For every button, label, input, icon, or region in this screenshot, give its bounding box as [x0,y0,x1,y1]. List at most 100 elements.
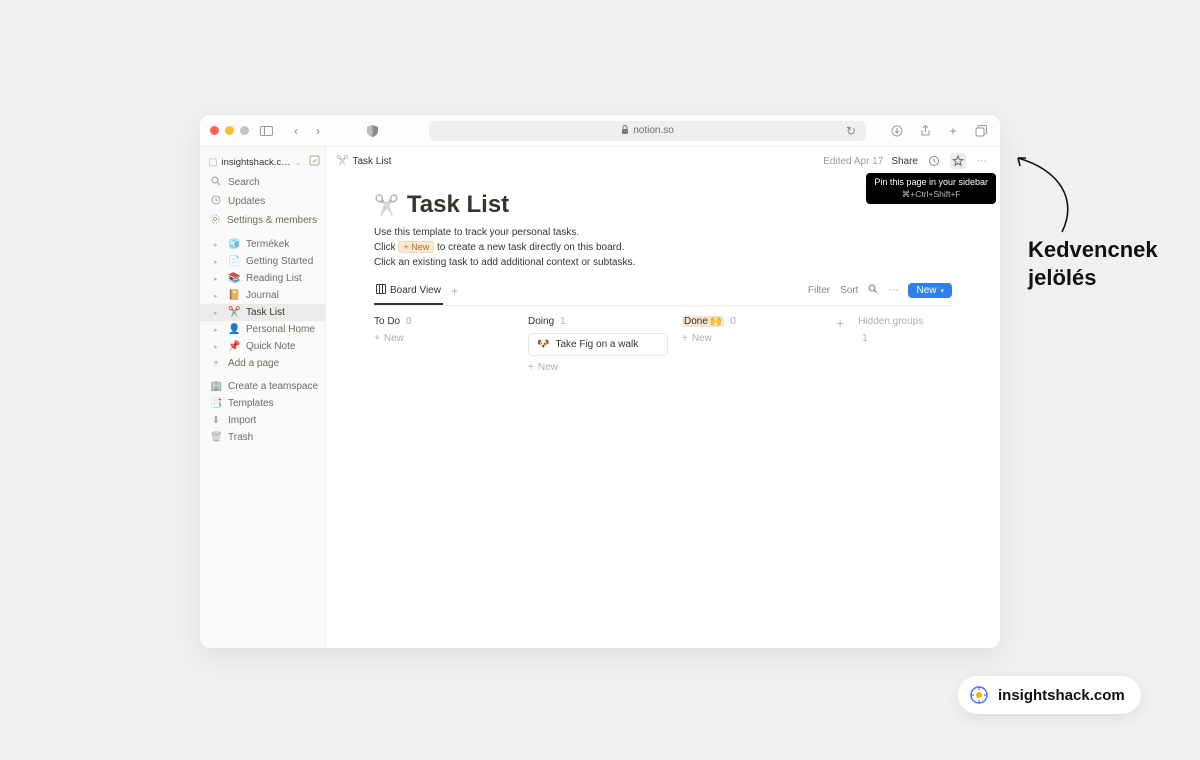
add-card-button[interactable]: + New [528,362,668,373]
column-emoji: 🙌 [710,316,722,327]
view-more-icon[interactable]: ⋯ [888,285,898,296]
chevron-right-icon[interactable]: ▸ [214,275,222,283]
sidebar-updates-label: Updates [228,196,265,207]
board: To Do 0 + New Doing 1 [374,316,952,373]
more-icon[interactable]: ⋯ [974,153,990,169]
new-tab-icon[interactable]: + [944,122,962,140]
close-window-button[interactable] [210,126,219,135]
plus-icon: + [374,333,380,344]
topbar-right: Edited Apr 17 Share ⋯ [823,153,990,169]
sidebar-page-termekek[interactable]: ▸ 🧊 Termékek [200,236,325,253]
lock-icon [621,125,629,137]
browser-chrome: ‹ › notion.so ↻ + [200,115,1000,147]
chevron-right-icon[interactable]: ▸ [214,292,222,300]
breadcrumb[interactable]: ✂️ Task List [336,156,391,167]
sidebar-trash[interactable]: 🗑 Trash [200,429,325,446]
hidden-groups-label[interactable]: Hidden groups [858,316,938,327]
sidebar-page-reading-list[interactable]: ▸ 📚 Reading List [200,270,325,287]
new-tag: + New [398,241,434,253]
page-title-icon[interactable]: ✂️ [374,193,399,218]
chevron-right-icon[interactable]: ▸ [214,258,222,266]
sidebar-import[interactable]: ⬇ Import [200,412,325,429]
sidebar-templates[interactable]: 📑 Templates [200,395,325,412]
refresh-icon[interactable]: ↻ [842,122,860,140]
add-card-button[interactable]: + New [374,333,514,344]
chevron-right-icon[interactable]: ▸ [214,343,222,351]
tooltip-title: Pin this page in your sidebar [874,177,988,189]
comments-icon[interactable] [926,153,942,169]
edited-label: Edited Apr 17 [823,156,883,167]
new-page-icon[interactable] [309,155,320,169]
favorite-star-button[interactable] [950,153,966,169]
column-header[interactable]: Doing 1 [528,316,668,327]
sidebar-page-label: Termékek [246,239,289,250]
annotation-label: Kedvencnek jelölés [1028,236,1158,291]
sidebar-page-task-list[interactable]: ▸ ✂️ Task List [200,304,325,321]
page-icon: 📔 [228,290,240,301]
desc-line-3: Click an existing task to add additional… [374,255,952,270]
back-button[interactable]: ‹ [287,122,305,140]
page-icon: 👤 [228,324,240,335]
downloads-icon[interactable] [888,122,906,140]
sidebar-search[interactable]: Search [200,173,325,192]
new-label: New [384,333,404,344]
forward-button[interactable]: › [309,122,327,140]
maximize-window-button[interactable] [240,126,249,135]
minimize-window-button[interactable] [225,126,234,135]
view-tabs: Board View + Filter Sort ⋯ New ▾ [374,280,952,306]
column-count: 1 [560,316,566,327]
page-title[interactable]: Task List [407,191,509,219]
sidebar: ▢ insightshack.c… ⌄ Search Updates [200,147,326,648]
sidebar-page-getting-started[interactable]: ▸ 📄 Getting Started [200,253,325,270]
annotation-line-1: Kedvencnek [1028,236,1158,264]
sidebar-updates[interactable]: Updates [200,192,325,211]
sidebar-add-page[interactable]: + Add a page [200,355,325,372]
column-header[interactable]: To Do 0 [374,316,514,327]
add-column-button[interactable]: + [836,315,844,331]
board-column-done: Done 🙌 0 + New [682,316,822,344]
notion-app: ▢ insightshack.c… ⌄ Search Updates [200,147,1000,648]
sidebar-page-journal[interactable]: ▸ 📔 Journal [200,287,325,304]
clock-icon [210,195,222,208]
plus-icon: + [682,333,688,344]
import-icon: ⬇ [210,415,222,426]
sidebar-search-label: Search [228,177,260,188]
badge-logo-icon [968,684,990,706]
chevron-right-icon[interactable]: ▸ [214,326,222,334]
workspace-switcher[interactable]: ▢ insightshack.c… ⌄ [200,151,325,173]
share-icon[interactable] [916,122,934,140]
chrome-right: + [880,122,990,140]
sidebar-toggle-icon[interactable] [257,122,275,140]
workspace-icon: ▢ [208,157,217,168]
column-header[interactable]: Done 🙌 0 [682,316,822,327]
page-icon: 🧊 [228,239,240,250]
hidden-groups-section: Hidden groups 1 [858,316,938,344]
tabs-icon[interactable] [972,122,990,140]
add-card-button[interactable]: + New [682,333,822,344]
nav-arrows: ‹ › [287,122,327,140]
share-button[interactable]: Share [891,156,918,167]
chevron-right-icon[interactable]: ▸ [214,241,222,249]
badge-text: insightshack.com [998,687,1125,704]
sidebar-item-label: Templates [228,398,274,409]
sidebar-page-quick-note[interactable]: ▸ 📌 Quick Note [200,338,325,355]
sidebar-page-label: Getting Started [246,256,313,267]
desc-line-2: Click + New to create a new task directl… [374,240,952,255]
new-record-button[interactable]: New ▾ [908,283,952,298]
shield-icon[interactable] [363,122,381,140]
search-db-icon[interactable] [868,284,878,297]
chevron-right-icon[interactable]: ▸ [214,309,222,317]
sort-button[interactable]: Sort [840,285,858,296]
sidebar-settings[interactable]: Settings & members [200,211,325,230]
address-bar[interactable]: notion.so ↻ [429,121,866,141]
board-card[interactable]: 🐶 Take Fig on a walk [528,333,668,356]
sidebar-create-teamspace[interactable]: 🏢 Create a teamspace [200,378,325,395]
view-tab-board[interactable]: Board View [374,280,443,305]
add-view-button[interactable]: + [451,284,458,302]
teamspace-icon: 🏢 [210,381,222,392]
page-icon: 📌 [228,341,240,352]
sidebar-page-personal-home[interactable]: ▸ 👤 Personal Home [200,321,325,338]
filter-button[interactable]: Filter [808,285,830,296]
page-description[interactable]: Use this template to track your personal… [374,225,952,270]
card-title: Take Fig on a walk [555,339,638,350]
